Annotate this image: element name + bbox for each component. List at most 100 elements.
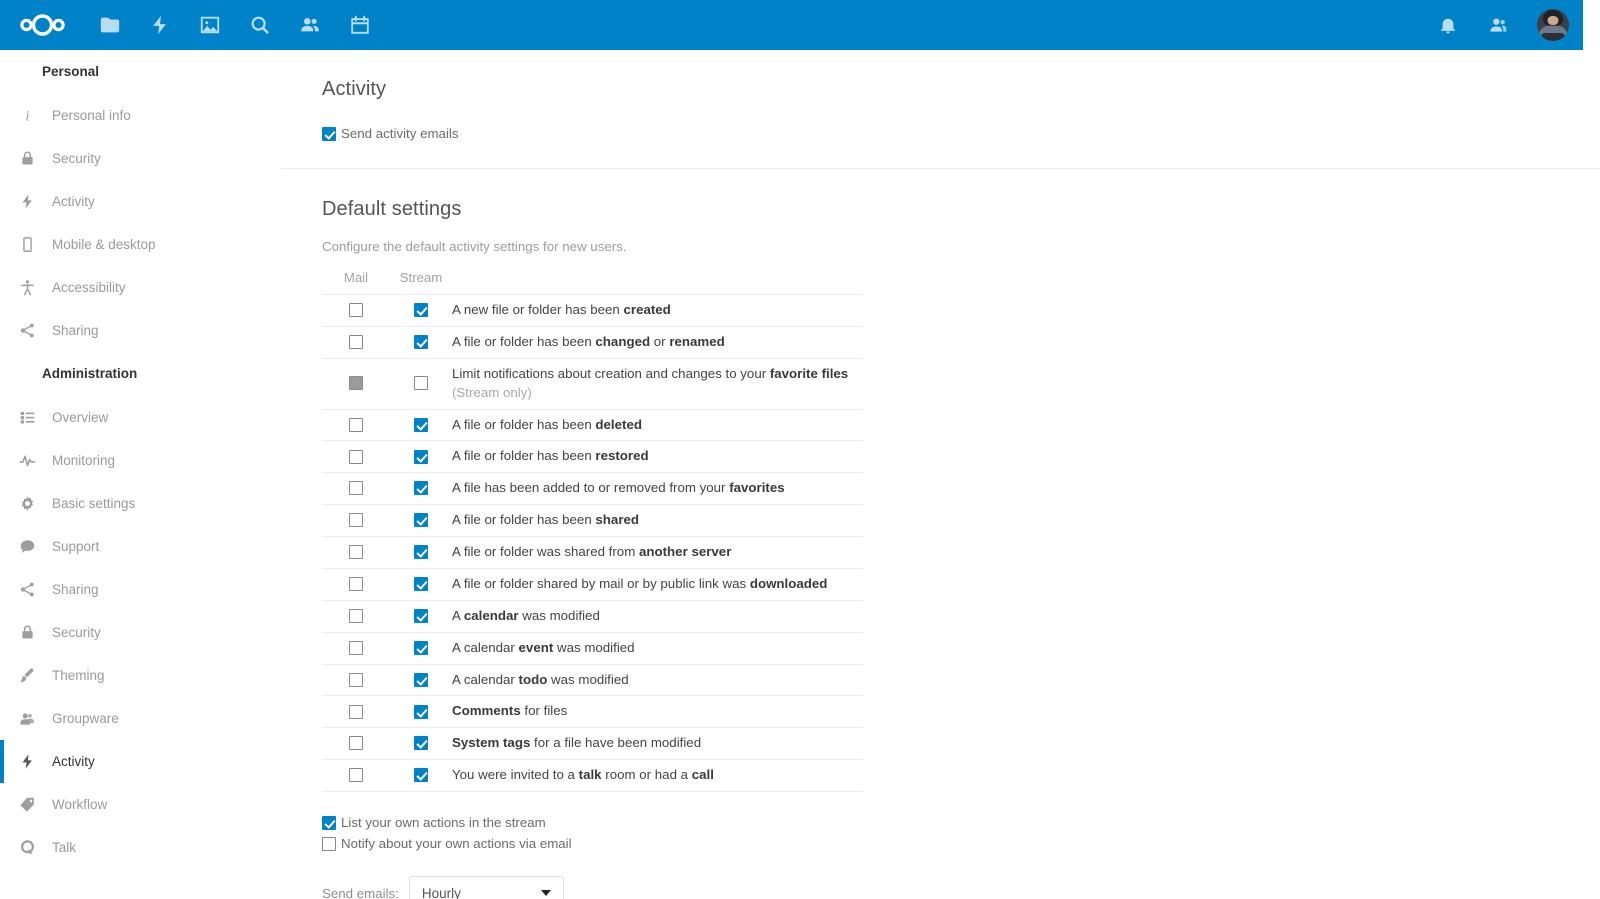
mail-cell — [322, 631, 390, 664]
stream-checkbox[interactable] — [414, 545, 428, 560]
setting-description: A file or folder has been restored — [452, 440, 863, 473]
stream-checkbox[interactable] — [414, 335, 428, 350]
dropdown-caret-icon — [1542, 50, 1564, 61]
mail-checkbox[interactable] — [349, 481, 363, 496]
speech-bubble-icon — [12, 538, 42, 555]
own-actions-stream-row[interactable]: List your own actions in the stream — [322, 812, 1600, 833]
nav-app-activity[interactable] — [135, 0, 185, 50]
own-actions-stream-checkbox[interactable] — [322, 815, 336, 830]
mail-checkbox[interactable] — [349, 672, 363, 687]
mail-checkbox[interactable] — [349, 545, 363, 560]
stream-cell — [390, 663, 452, 696]
table-row: A file or folder shared by mail or by pu… — [322, 567, 863, 601]
contacts-menu-icon[interactable] — [1473, 0, 1523, 50]
stream-checkbox[interactable] — [414, 449, 428, 464]
nav-app-contacts[interactable] — [285, 0, 335, 50]
stream-checkbox[interactable] — [414, 672, 428, 687]
stream-checkbox[interactable] — [414, 640, 428, 655]
nav-app-files[interactable] — [85, 0, 135, 50]
sidebar-item-talk[interactable]: Talk — [0, 826, 280, 869]
mail-cell — [322, 472, 390, 505]
mail-checkbox[interactable] — [349, 335, 363, 350]
sidebar-item-sharing[interactable]: Sharing — [0, 568, 280, 611]
mail-checkbox[interactable] — [349, 577, 363, 592]
sidebar-item-theming[interactable]: Theming — [0, 654, 280, 697]
mail-checkbox[interactable] — [349, 736, 363, 751]
user-menu-button[interactable] — [1523, 0, 1583, 61]
stream-checkbox[interactable] — [414, 736, 428, 751]
lightning-icon — [12, 753, 42, 770]
stream-checkbox[interactable] — [414, 513, 428, 528]
table-row: A calendar event was modified — [322, 631, 863, 664]
sidebar-item-monitoring[interactable]: Monitoring — [0, 439, 280, 482]
setting-description: A file has been added to or removed from… — [452, 472, 863, 505]
stream-checkbox[interactable] — [414, 303, 428, 318]
settings-sidebar: Personal i Personal info Security Activity Mo… — [0, 50, 280, 899]
column-header-mail: Mail — [343, 270, 369, 285]
stream-cell — [390, 599, 452, 633]
sidebar-item-activity[interactable]: Activity — [0, 740, 280, 783]
sidebar-item-security[interactable]: Security — [0, 611, 280, 654]
setting-description: You were invited to a talk room or had a… — [452, 759, 863, 792]
main-content: Activity Send activity emails Default se… — [281, 50, 1600, 899]
setting-description: A file or folder was shared from another… — [452, 536, 863, 569]
sidebar-item-label: Security — [52, 151, 101, 166]
mail-checkbox[interactable] — [349, 768, 363, 783]
own-actions-options: List your own actions in the stream Noti… — [322, 812, 1600, 854]
stream-cell — [390, 408, 452, 441]
gear-icon — [12, 495, 42, 512]
sidebar-item-support[interactable]: Support — [0, 525, 280, 568]
setting-description: A file or folder has been deleted — [452, 408, 863, 441]
sidebar-item-groupware[interactable]: Groupware — [0, 697, 280, 740]
stream-checkbox[interactable] — [414, 768, 428, 783]
sidebar-item-label: Theming — [52, 668, 105, 683]
sidebar-item-basic-settings[interactable]: Basic settings — [0, 482, 280, 525]
sidebar-item-accessibility[interactable]: Accessibility — [0, 266, 280, 309]
mail-cell — [322, 727, 390, 760]
sidebar-item-overview[interactable]: Overview — [0, 396, 280, 439]
send-emails-select[interactable]: Hourly — [408, 876, 564, 899]
bell-icon[interactable] — [1423, 0, 1473, 50]
mail-checkbox[interactable] — [349, 640, 363, 655]
nextcloud-logo[interactable] — [0, 0, 85, 50]
stream-checkbox[interactable] — [414, 577, 428, 592]
mobile-icon — [12, 236, 42, 253]
mail-cell — [322, 325, 390, 359]
setting-description: A file or folder has been shared — [452, 504, 863, 537]
mail-checkbox[interactable] — [349, 608, 363, 623]
avatar[interactable] — [1537, 9, 1569, 41]
sidebar-item-label: Mobile & desktop — [52, 237, 156, 252]
stream-checkbox[interactable] — [414, 376, 428, 391]
stream-checkbox[interactable] — [414, 481, 428, 496]
sidebar-item-activity[interactable]: Activity — [0, 180, 280, 223]
send-activity-emails-label: Send activity emails — [341, 126, 459, 141]
sidebar-item-sharing[interactable]: Sharing — [0, 309, 280, 352]
setting-description: A calendar todo was modified — [452, 663, 863, 696]
stream-cell — [390, 759, 452, 792]
send-activity-emails-checkbox[interactable] — [322, 126, 336, 141]
stream-checkbox[interactable] — [414, 417, 428, 432]
column-header-description — [452, 270, 863, 295]
mail-checkbox[interactable] — [349, 513, 363, 528]
mail-checkbox[interactable] — [349, 417, 363, 432]
stream-checkbox[interactable] — [414, 704, 428, 719]
mail-checkbox[interactable] — [349, 704, 363, 719]
nav-app-calendar[interactable] — [335, 0, 385, 50]
nav-app-search[interactable] — [235, 0, 285, 50]
stream-cell — [390, 695, 452, 728]
mail-checkbox[interactable] — [349, 449, 363, 464]
sidebar-item-personal-info[interactable]: i Personal info — [0, 94, 280, 137]
stream-checkbox[interactable] — [414, 608, 428, 623]
own-actions-email-row[interactable]: Notify about your own actions via email — [322, 833, 1600, 854]
mail-checkbox[interactable] — [349, 303, 363, 318]
table-row: You were invited to a talk room or had a… — [322, 759, 863, 792]
send-activity-emails-row[interactable]: Send activity emails — [322, 126, 1600, 141]
mail-cell — [322, 357, 390, 409]
pulse-icon — [12, 452, 42, 469]
sidebar-item-security[interactable]: Security — [0, 137, 280, 180]
own-actions-stream-label: List your own actions in the stream — [341, 815, 546, 830]
nav-app-photos[interactable] — [185, 0, 235, 50]
own-actions-email-checkbox[interactable] — [322, 836, 336, 851]
sidebar-item-workflow[interactable]: Workflow — [0, 783, 280, 826]
sidebar-item-mobile-desktop[interactable]: Mobile & desktop — [0, 223, 280, 266]
